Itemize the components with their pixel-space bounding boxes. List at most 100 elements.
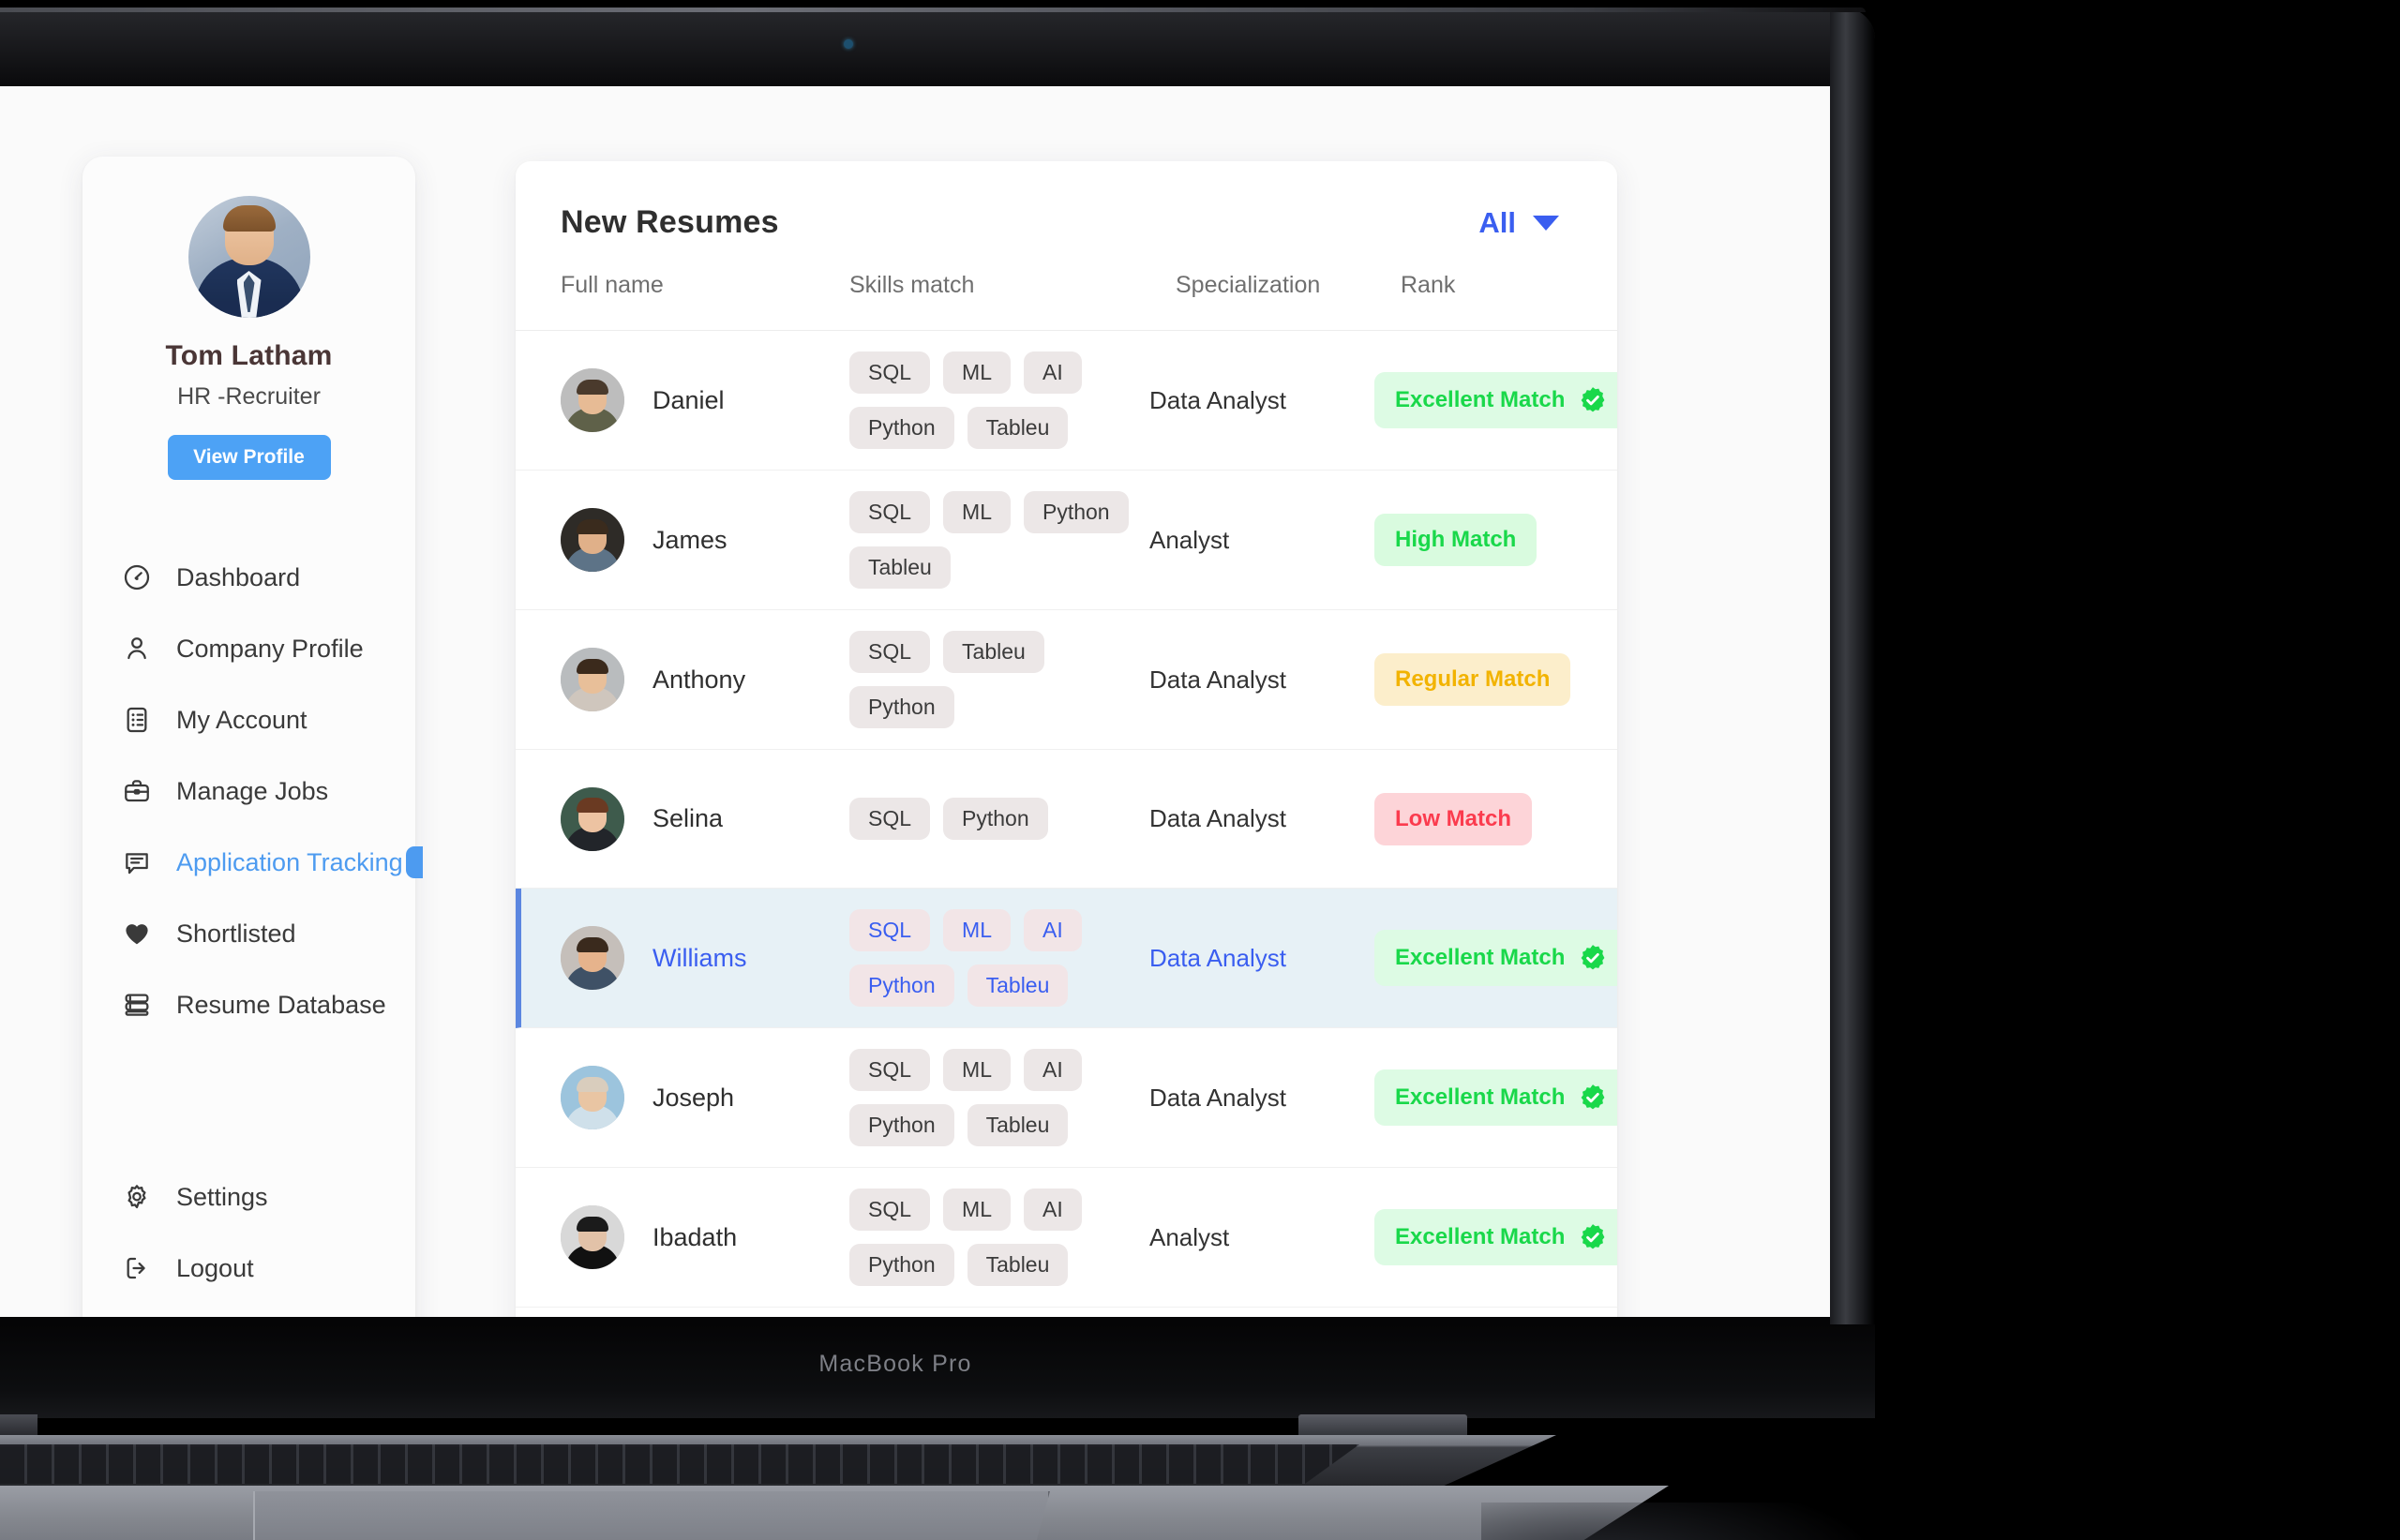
new-resumes-card: New Resumes All Full name Skills match S… [516, 161, 1617, 1317]
sidebar-item-label: Application Tracking [176, 847, 403, 876]
sidebar-item-application-tracking[interactable]: Application Tracking [82, 827, 423, 898]
cell-rank: Excellent Match [1374, 1069, 1617, 1126]
status-badge-label: Excellent Match [1395, 1084, 1566, 1110]
filter-dropdown[interactable]: All [1478, 206, 1572, 240]
skill-chip: SQL [849, 909, 931, 951]
laptop-lid-top-edge [0, 7, 1866, 12]
app-window: Tom Latham HR -Recruiter View Profile Da… [0, 86, 1830, 1317]
status-badge: Excellent Match [1374, 372, 1617, 428]
sidebar-nav-bottom: Settings Logout [82, 1161, 415, 1304]
sidebar-item-label: Logout [176, 1253, 254, 1282]
status-badge-label: Low Match [1395, 805, 1511, 831]
skill-chip: AI [1023, 1049, 1082, 1091]
profile-name: Tom Latham [165, 340, 333, 371]
filter-selected-value: All [1478, 205, 1516, 239]
verified-check-icon [1578, 943, 1608, 973]
cell-full-name: Daniel [561, 368, 849, 432]
cell-specialization: Data Analyst [1149, 804, 1286, 832]
status-badge-label: Excellent Match [1395, 1224, 1566, 1249]
laptop-base: MacBook Pro [0, 1324, 1997, 1540]
column-header-full-name: Full name [561, 272, 664, 298]
table-row[interactable]: Anthony SQL Tableu Python Data Analyst R… [516, 610, 1617, 750]
screenshot-stage: Tom Latham HR -Recruiter View Profile Da… [0, 0, 2400, 1540]
avatar-hair [577, 1216, 608, 1232]
sidebar-item-shortlisted[interactable]: Shortlisted [82, 898, 415, 969]
skill-chip: Python [849, 1104, 954, 1146]
skill-chip: AI [1023, 1189, 1082, 1231]
column-header-rank: Rank [1401, 272, 1456, 298]
chat-lines-icon [122, 847, 152, 877]
candidate-name: Joseph [652, 1083, 735, 1112]
table-row[interactable]: Selina SQL Python Data Analyst Low Match [516, 750, 1617, 889]
device-model-label: MacBook Pro [818, 1351, 972, 1377]
sidebar-item-company-profile[interactable]: Company Profile [82, 613, 415, 684]
cell-rank: Excellent Match [1374, 372, 1617, 428]
skill-chip: Python [1023, 491, 1129, 533]
cell-specialization: Data Analyst [1149, 385, 1286, 414]
page-title: New Resumes [561, 204, 779, 240]
person-icon [122, 634, 152, 664]
sidebar-item-logout[interactable]: Logout [82, 1233, 415, 1304]
verified-check-icon [1578, 1222, 1608, 1252]
table-header-row: Full name Skills match Specialization Ra… [516, 241, 1617, 331]
cell-specialization: Analyst [1149, 1222, 1230, 1251]
avatar [188, 196, 310, 318]
laptop-screen: Tom Latham HR -Recruiter View Profile Da… [0, 86, 1830, 1317]
sidebar-nav-main: Dashboard Company Profile My Account Man… [82, 542, 423, 1040]
sidebar-item-settings[interactable]: Settings [82, 1161, 415, 1233]
skill-chip: SQL [849, 491, 931, 533]
skill-chip: AI [1023, 351, 1082, 394]
skill-chip: SQL [849, 351, 931, 394]
candidate-name: Selina [652, 804, 724, 832]
skill-chip: Python [849, 686, 954, 728]
skill-chip: Python [849, 964, 954, 1007]
logout-icon [122, 1253, 152, 1283]
cell-full-name: Joseph [561, 1066, 849, 1129]
avatar-hair [577, 936, 608, 952]
skill-chip: SQL [849, 798, 931, 840]
table-row[interactable]: Williams SQL ML AI Python Tableu Data An… [516, 889, 1617, 1028]
skill-chip: Python [849, 1244, 954, 1286]
candidate-name: Williams [652, 943, 747, 972]
table-row[interactable]: Daniel SQL ML AI Python Tableu Data Anal… [516, 331, 1617, 471]
sidebar-item-resume-database[interactable]: Resume Database [82, 969, 415, 1040]
sidebar-item-dashboard[interactable]: Dashboard [82, 542, 415, 613]
cell-rank: Low Match [1374, 792, 1562, 845]
status-badge-label: Excellent Match [1395, 387, 1566, 412]
table-row[interactable]: Ibadath SQL ML AI Python Tableu Analyst … [516, 1168, 1617, 1308]
table-row[interactable]: SQL ML [516, 1308, 1617, 1317]
skill-chip: AI [1023, 909, 1082, 951]
table-row[interactable]: James SQL ML Python Tableu Analyst High … [516, 471, 1617, 610]
status-badge: Excellent Match [1374, 1069, 1617, 1126]
table-row[interactable]: Joseph SQL ML AI Python Tableu Data Anal… [516, 1028, 1617, 1168]
cell-full-name: Anthony [561, 648, 849, 711]
avatar [561, 508, 624, 572]
status-badge-label: Excellent Match [1395, 945, 1566, 970]
skill-chip: ML [943, 491, 1011, 533]
profile-role: HR -Recruiter [177, 383, 321, 410]
sidebar-item-manage-jobs[interactable]: Manage Jobs [82, 755, 415, 827]
skill-chip: Tableu [967, 964, 1069, 1007]
status-badge: High Match [1374, 514, 1538, 566]
cell-full-name: Ibadath [561, 1205, 849, 1269]
candidate-name: Daniel [652, 385, 725, 414]
status-badge: Low Match [1374, 792, 1532, 845]
skill-chip: Python [849, 407, 954, 449]
briefcase-icon [122, 776, 152, 806]
avatar-hair [222, 205, 276, 232]
sidebar-item-my-account[interactable]: My Account [82, 684, 415, 755]
sidebar-item-label: Company Profile [176, 634, 364, 663]
skill-chip: Tableu [943, 631, 1044, 673]
cell-rank: Excellent Match [1374, 930, 1617, 986]
candidate-name: James [652, 525, 728, 554]
skill-chip: Tableu [849, 546, 951, 589]
view-profile-button[interactable]: View Profile [167, 435, 331, 480]
sidebar-item-label: Shortlisted [176, 919, 296, 948]
column-header-skills-match: Skills match [849, 272, 975, 298]
avatar-hair [577, 379, 608, 395]
status-badge-label: Regular Match [1395, 666, 1551, 692]
active-indicator [406, 846, 423, 878]
avatar [561, 368, 624, 432]
laptop-shadow [1481, 1503, 1875, 1540]
table-body: Daniel SQL ML AI Python Tableu Data Anal… [516, 331, 1617, 1317]
